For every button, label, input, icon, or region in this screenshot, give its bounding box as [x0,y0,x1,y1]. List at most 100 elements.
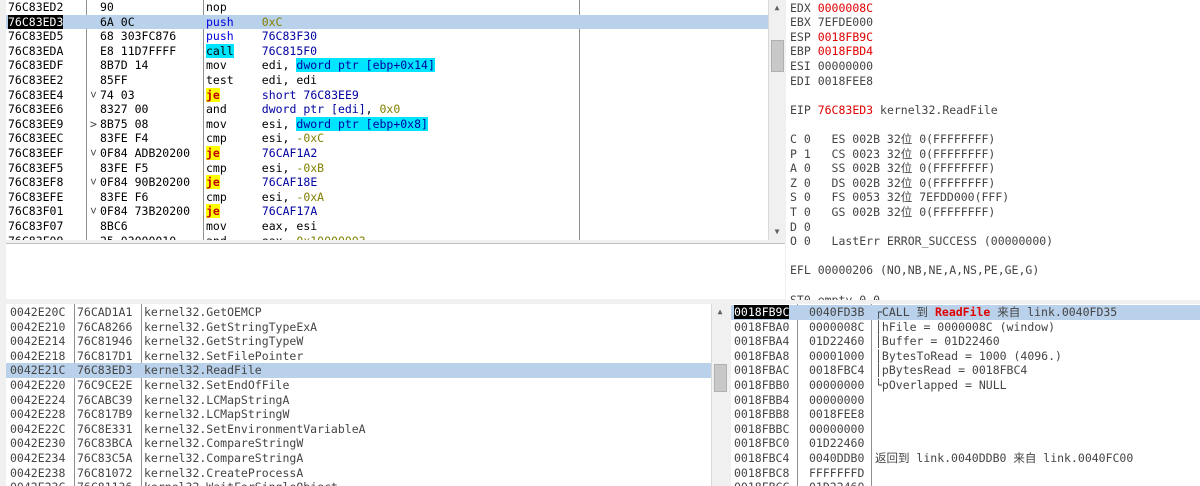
scroll-thumb[interactable] [771,40,784,72]
value-text: 0018FBC4 [809,363,865,378]
disasm-row[interactable]: 76C83EF5 83FE F5 cmp esi, -0xB [6,161,768,176]
dump-row[interactable]: 0042E238 76C81072 kernel32.CreateProcessA [6,466,711,481]
register-line[interactable] [790,278,1200,293]
register-line[interactable]: P 1 CS 0023 32位 0(FFFFFFFF) [790,147,1200,162]
disasm-scrollbar[interactable]: ▲ ▼ [768,0,785,240]
disasm-row[interactable]: 76C83EFE 83FE F6 cmp esi, -0xA [6,190,768,205]
operand: 76CAF1A2 [261,146,318,160]
disasm-instruction: and dword ptr [edi], 0x0 [206,102,576,117]
disasm-row[interactable]: 76C83F07 8BC6 mov eax, esi [6,219,768,234]
dump-row[interactable]: 0042E220 76C9CE2E kernel32.SetEndOfFile [6,378,711,393]
register-line[interactable] [790,117,1200,132]
disasm-row[interactable]: 76C83F01 ˅ 0F84 73B20200 je 76CAF17A [6,204,768,219]
register-line[interactable]: ESI 00000000 [790,59,1200,74]
register-line[interactable]: EBX 7EFDE000 [790,15,1200,30]
stack-row[interactable]: 0018FBB8 0018FEE8 [731,407,1200,422]
dump-pane[interactable]: 0042E20C 76CAD1A1 kernel32.GetOEMCP 0042E21… [6,304,728,486]
disasm-row[interactable]: 76C83EDA E8 11D7FFFF call 76C815F0 [6,43,768,59]
register-line[interactable]: Z 0 DS 002B 32位 0(FFFFFFFF) [790,176,1200,191]
dump-row[interactable]: 0042E224 76CABC39 kernel32.LCMapStringA [6,393,711,408]
address-text: 0042E22C [10,421,66,436]
stack-row[interactable]: 0018FBBC 00000000 [731,422,1200,437]
dump-row[interactable]: 0042E230 76C83BCA kernel32.CompareStringW [6,436,711,451]
scroll-thumb[interactable] [714,364,727,392]
stack-row[interactable]: 0018FBCC 01D22460 [731,480,1200,486]
register-line[interactable]: EFL 00000206 (NO,NB,NE,A,NS,PE,GE,G) [790,263,1200,278]
register-line[interactable]: S 0 FS 0053 32位 7EFDD000(FFF) [790,190,1200,205]
scroll-down-icon[interactable]: ▼ [769,224,785,240]
disasm-row[interactable]: 76C83ED2 90 nop [6,0,768,15]
stack-comment [875,466,1200,481]
dump-symbol: kernel32.GetOEMCP [144,305,704,320]
jump-arrow-icon: ˅ [90,146,97,160]
register-line[interactable]: D 0 [790,220,1200,235]
scroll-up-icon[interactable]: ▲ [769,0,785,16]
stack-row[interactable]: 0018FBC8 FFFFFFFD [731,466,1200,481]
register-line[interactable]: EDX 0000008C [790,1,1200,16]
disasm-address: 76C83EDF [8,58,85,73]
disasm-row[interactable]: 76C83EE4 ˅ 74 03 je short 76C83EE9 [6,87,768,103]
stack-row[interactable]: 0018FBC4 0040DDB0 返回到 link.0040DDB0 来自 lin… [731,451,1200,466]
dump-row[interactable]: 0042E20C 76CAD1A1 kernel32.GetOEMCP [6,305,711,320]
stack-row[interactable]: 0018FB9C 0040FD3B ┌CALL 到 ReadFile 来自 link… [731,305,1200,320]
disasm-row[interactable]: 76C83EEF ˅ 0F84 ADB20200 je 76CAF1A2 [6,146,768,161]
stack-row[interactable]: 0018FBA4 01D22460 │Buffer = 01D22460 [731,334,1200,349]
stack-value: 00000000 [809,393,871,408]
disasm-row[interactable]: 76C83EF8 ˅ 0F84 90B20200 je 76CAF18E [6,175,768,190]
dump-row[interactable]: 0042E214 76C81946 kernel32.GetStringTypeW [6,334,711,349]
hex-bytes: 90 [100,0,114,14]
stack-comment: │pBytesRead = 0018FBC4 [875,363,1200,378]
dump-row[interactable]: 0042E21C 76C83ED3 kernel32.ReadFile [6,363,711,378]
stack-row[interactable]: 0018FBB0 00000000 └pOverlapped = NULL [731,378,1200,393]
disasm-row[interactable]: 76C83F09 25 03000010 and eax, 0x10000003 [6,234,768,240]
registers-pane[interactable]: EDX 0000008C EBX 7EFDE000 ESP 0018FB9C EBP … [786,0,1200,300]
value-text: 00000000 [809,392,865,407]
disasm-row[interactable]: 76C83EE9 >8B75 08 mov esi, dword ptr [ebp+0… [6,116,768,132]
stack-pane[interactable]: 0018FB9C 0040FD3B ┌CALL 到 ReadFile 来自 link… [731,304,1200,486]
register-text: ESP [790,29,818,44]
disasm-row[interactable]: 76C83EE2 85FF test edi, edi [6,73,768,88]
disasm-row[interactable]: 76C83ED3 6A 0C push 0xC [6,14,768,30]
dump-row[interactable]: 0042E228 76C817B9 kernel32.LCMapStringW [6,407,711,422]
register-text: EBP [790,44,818,59]
disasm-address: 76C83EDA [8,44,85,59]
dump-row[interactable]: 0042E22C 76C8E331 kernel32.SetEnvironmentV… [6,422,711,437]
stack-row[interactable]: 0018FBB4 00000000 [731,393,1200,408]
register-line[interactable]: EDI 0018FEE8 [790,74,1200,89]
register-line[interactable]: A 0 SS 002B 32位 0(FFFFFFFF) [790,161,1200,176]
symbol-text: kernel32.SetEnvironmentVariableA [144,421,366,436]
hex-bytes: 8B7D 14 [100,58,149,73]
disasm-row[interactable]: 76C83EE6 8327 00 and dword ptr [edi], 0x0 [6,102,768,117]
stack-comment: └pOverlapped = NULL [875,378,1200,393]
disasm-address: 76C83EE6 [8,102,85,117]
register-text: Z 0 DS 002B 32位 0(FFFFFFFF) [790,175,996,190]
register-line[interactable]: O 0 LastErr ERROR_SUCCESS (00000000) [790,234,1200,249]
dump-scrollbar[interactable]: ▲ [711,304,728,486]
stack-row[interactable]: 0018FBA0 0000008C │hFile = 0000008C (windo… [731,320,1200,335]
dump-row[interactable]: 0042E234 76C83C5A kernel32.CompareStringA [6,451,711,466]
dump-row[interactable]: 0042E210 76CA8266 kernel32.GetStringTypeEx… [6,320,711,335]
disasm-row[interactable]: 76C83EEC 83FE F4 cmp esi, -0xC [6,131,768,146]
register-line[interactable] [790,249,1200,264]
disasm-row[interactable]: 76C83ED5 68 303FC876 push 76C83F30 [6,29,768,44]
dump-row[interactable]: 0042E23C 76C81136 kernel32.WaitForSingleOb… [6,480,711,486]
disassembly-pane[interactable]: 76C83ED2 90 nop 76C83ED3 6A 0C push 0xC 76C83ED… [6,0,785,240]
scroll-up-icon[interactable]: ▲ [712,304,728,320]
stack-row[interactable]: 0018FBC0 01D22460 [731,436,1200,451]
disasm-row[interactable]: 76C83EDF 8B7D 14 mov edi, dword ptr [ebp+0x… [6,58,768,73]
register-line[interactable]: EBP 0018FBD4 [790,44,1200,59]
value-text: 01D22460 [809,480,864,486]
disasm-address: 76C83EE9 [8,117,85,132]
dump-row[interactable]: 0042E218 76C817D1 kernel32.SetFilePointer [6,349,711,364]
register-line[interactable]: EIP 76C83ED3 kernel32.ReadFile [790,103,1200,118]
register-line[interactable]: ST0 empty 0.0 [790,293,1200,301]
operand: dword ptr [edi] [261,102,366,117]
register-line[interactable]: ESP 0018FB9C [790,30,1200,45]
operand: 0x10000003 [296,234,365,240]
register-line[interactable]: T 0 GS 002B 32位 0(FFFFFFFF) [790,205,1200,220]
stack-row[interactable]: 0018FBAC 0018FBC4 │pBytesRead = 0018FBC4 [731,363,1200,378]
address-text: 0042E220 [10,378,66,392]
stack-row[interactable]: 0018FBA8 00001000 │BytesToRead = 1000 (409… [731,349,1200,364]
register-line[interactable]: C 0 ES 002B 32位 0(FFFFFFFF) [790,132,1200,147]
register-line[interactable] [790,88,1200,103]
